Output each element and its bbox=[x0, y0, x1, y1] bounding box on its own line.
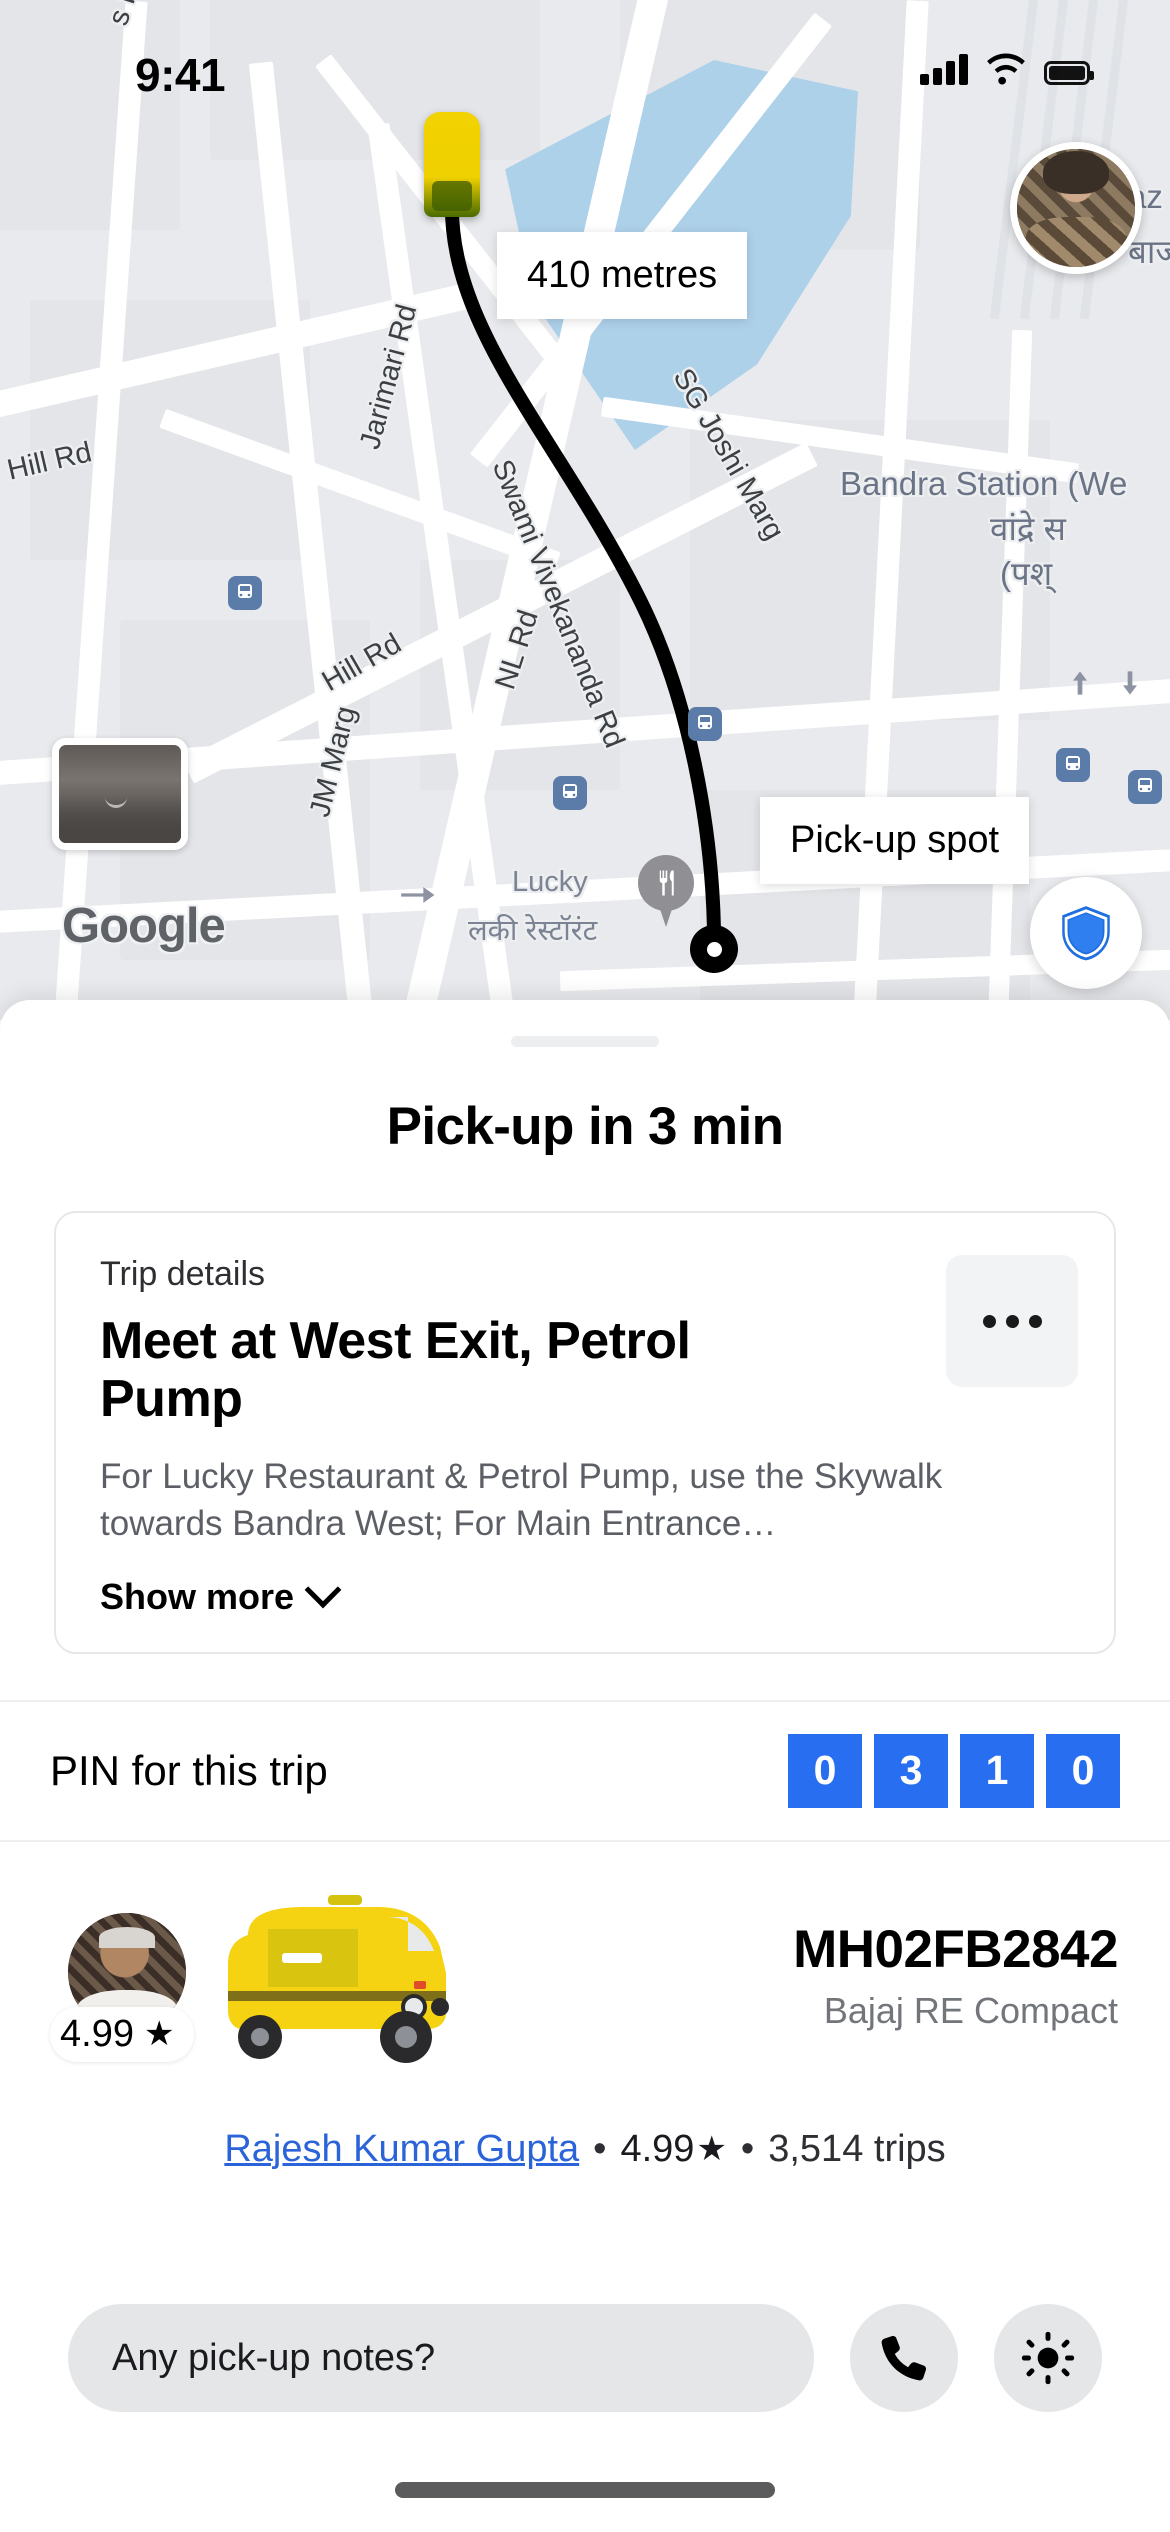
pin-digit: 3 bbox=[874, 1733, 948, 1808]
profile-avatar[interactable] bbox=[1010, 142, 1142, 274]
distance-callout: 410 metres bbox=[497, 232, 748, 319]
pickup-dot-icon bbox=[690, 925, 738, 973]
trip-details-title: Meet at West Exit, Petrol Pump bbox=[100, 1312, 691, 1429]
direction-up-icon bbox=[1073, 671, 1087, 695]
trip-details-card[interactable]: Trip details Meet at West Exit, Petrol P… bbox=[54, 1211, 1116, 1654]
trip-pin-row: PIN for this trip 0310 bbox=[0, 1702, 1170, 1840]
street-view-thumbnail[interactable] bbox=[52, 738, 188, 850]
car-marker-icon bbox=[424, 112, 480, 217]
driver-rating-number: 4.99 bbox=[620, 2127, 695, 2170]
map-label: (पश् bbox=[1000, 555, 1053, 592]
home-indicator bbox=[395, 2482, 775, 2498]
pin-digits: 0310 bbox=[788, 1733, 1120, 1808]
vehicle-row: 4.99 ★ MH02FB2842 Bajaj RE Compact bbox=[0, 1842, 1170, 2110]
restaurant-pin-icon bbox=[638, 855, 694, 927]
driver-summary-row: Rajesh Kumar Gupta • 4.99 ★ • 3,514 trip… bbox=[0, 2128, 1170, 2171]
sheet-drag-handle[interactable] bbox=[511, 1036, 659, 1047]
vehicle-model: Bajaj RE Compact bbox=[823, 1990, 1118, 2032]
driver-rating-value: 4.99 bbox=[60, 2012, 134, 2055]
direction-down-icon bbox=[1123, 671, 1137, 695]
bus-stop-icon[interactable] bbox=[1056, 748, 1090, 782]
show-more-button[interactable]: Show more bbox=[100, 1571, 1070, 1618]
direction-right-icon bbox=[401, 887, 435, 903]
action-bar: Any pick-up notes? bbox=[0, 2304, 1170, 2412]
map-label: Bandra Station (We bbox=[840, 465, 1128, 502]
safety-shield-button[interactable] bbox=[1030, 877, 1142, 989]
trip-details-description: For Lucky Restaurant & Petrol Pump, use … bbox=[100, 1457, 943, 1544]
google-logo: Google bbox=[62, 899, 226, 953]
phone-icon bbox=[881, 2335, 927, 2381]
vehicle-info: MH02FB2842 Bajaj RE Compact bbox=[793, 1919, 1120, 2032]
map-label: Lucky bbox=[512, 866, 588, 898]
map-label: वांद्रे स bbox=[990, 510, 1066, 547]
driver-vehicle-visual: 4.99 ★ bbox=[50, 1871, 480, 2081]
ellipsis-icon bbox=[982, 1314, 996, 1328]
shield-icon bbox=[1062, 906, 1110, 961]
bus-stop-icon[interactable] bbox=[553, 776, 587, 810]
trip-options-button[interactable] bbox=[946, 1255, 1078, 1387]
star-icon: ★ bbox=[143, 2015, 175, 2054]
show-more-label: Show more bbox=[100, 1575, 295, 1617]
driver-rating-inline: 4.99 ★ bbox=[620, 2128, 726, 2171]
bus-stop-icon[interactable] bbox=[228, 576, 262, 610]
separator-dot: • bbox=[740, 2127, 755, 2170]
trip-details-label: Trip details bbox=[100, 1255, 266, 1293]
map-view[interactable]: Google 410 metres Pick-up spot s RdHill … bbox=[0, 0, 1170, 1020]
driver-rating-badge: 4.99 ★ bbox=[50, 2006, 195, 2062]
call-driver-button[interactable] bbox=[850, 2304, 958, 2412]
trip-bottom-sheet[interactable]: Pick-up in 3 min Trip details Meet at We… bbox=[0, 1000, 1170, 2532]
pin-label: PIN for this trip bbox=[50, 1746, 328, 1794]
pin-digit: 0 bbox=[1046, 1733, 1120, 1808]
auto-rickshaw-icon bbox=[228, 1894, 449, 2063]
star-icon: ★ bbox=[696, 2130, 727, 2169]
driver-trip-count: 3,514 trips bbox=[768, 2127, 946, 2170]
license-plate: MH02FB2842 bbox=[793, 1920, 1118, 1980]
app-screen: Google 410 metres Pick-up spot s RdHill … bbox=[0, 0, 1170, 2532]
beacon-brightness-icon bbox=[1021, 2331, 1075, 2385]
separator-dot: • bbox=[593, 2127, 607, 2170]
pickup-spot-callout: Pick-up spot bbox=[760, 797, 1030, 884]
map-label: लकी रेस्टॉरंट bbox=[468, 915, 598, 947]
bus-stop-icon[interactable] bbox=[1128, 770, 1162, 804]
pickup-notes-placeholder: Any pick-up notes? bbox=[112, 2336, 436, 2379]
pickup-notes-input[interactable]: Any pick-up notes? bbox=[68, 2304, 814, 2412]
ellipsis-icon bbox=[1005, 1314, 1019, 1328]
driver-name-link[interactable]: Rajesh Kumar Gupta bbox=[224, 2128, 579, 2171]
pin-digit: 0 bbox=[788, 1733, 862, 1808]
page-title: Pick-up in 3 min bbox=[386, 1097, 784, 1156]
bus-stop-icon[interactable] bbox=[688, 707, 722, 741]
beacon-button[interactable] bbox=[994, 2304, 1102, 2412]
chevron-down-icon bbox=[304, 1571, 342, 1608]
ellipsis-icon bbox=[1028, 1314, 1042, 1328]
pin-digit: 1 bbox=[960, 1733, 1034, 1808]
